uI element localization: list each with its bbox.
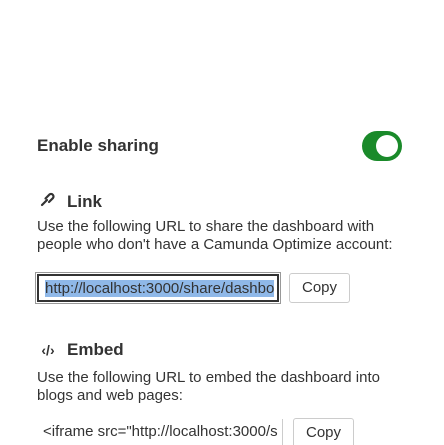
embed-section-heading: ‹/› Embed [37, 340, 124, 360]
code-icon: ‹/› [41, 342, 55, 358]
toggle-knob [376, 135, 398, 157]
copy-embed-button[interactable]: Copy [293, 418, 355, 445]
enable-sharing-title: Enable sharing [37, 136, 159, 155]
share-url-text: http://localhost:3000/share/dashbo [45, 280, 275, 297]
link-icon [37, 190, 59, 213]
link-section-heading: Link [37, 190, 102, 213]
share-dashboard-panel: Enable sharing Link Use the following UR… [0, 0, 444, 445]
embed-heading-label: Embed [67, 340, 124, 359]
copy-link-button[interactable]: Copy [289, 273, 351, 303]
embed-description: Use the following URL to embed the dashb… [37, 369, 380, 404]
embed-code-row: <iframe src="http://localhost:3000/s Cop… [37, 418, 355, 445]
link-heading-label: Link [67, 191, 102, 211]
share-url-field[interactable]: http://localhost:3000/share/dashbo [35, 272, 281, 304]
link-description: Use the following URL to share the dashb… [37, 218, 393, 253]
enable-sharing-row: Enable sharing [37, 126, 407, 166]
embed-code-field[interactable]: <iframe src="http://localhost:3000/s [37, 419, 283, 445]
enable-sharing-toggle[interactable] [362, 131, 402, 161]
link-url-row: http://localhost:3000/share/dashbo Copy [35, 272, 351, 304]
